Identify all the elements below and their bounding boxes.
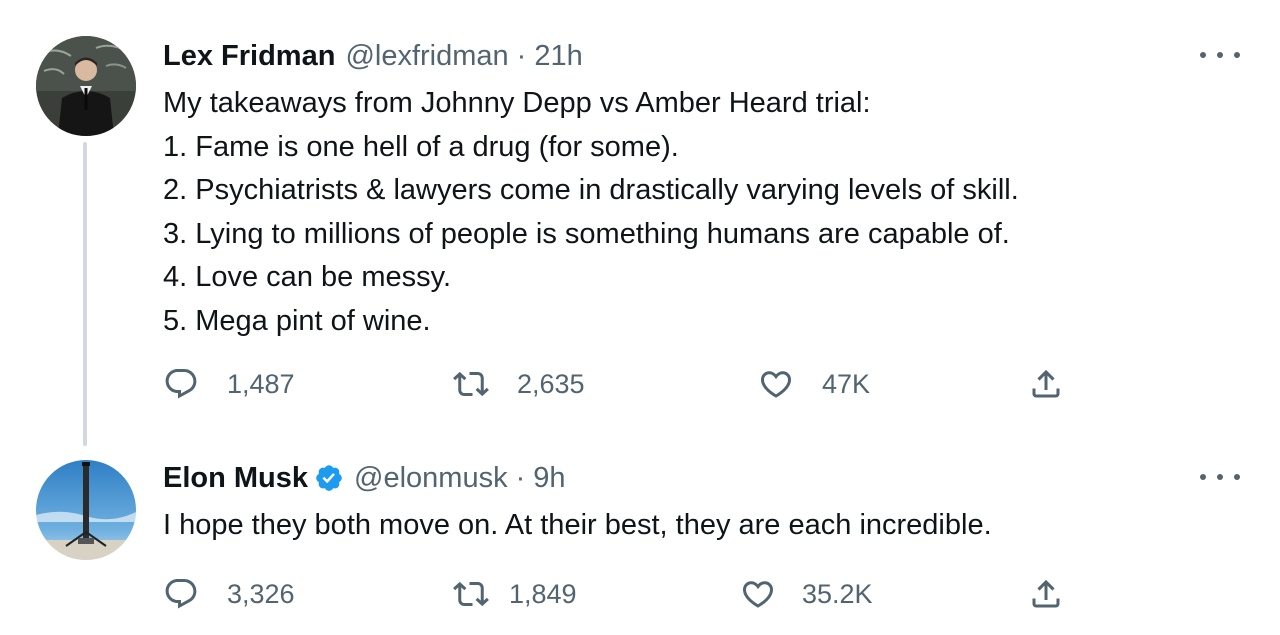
retweet-button[interactable]: 1,849 xyxy=(453,574,577,614)
separator-dot: · xyxy=(515,462,526,494)
reply-button[interactable]: 3,326 xyxy=(163,574,295,614)
display-name[interactable]: Lex Fridman xyxy=(163,38,335,74)
like-count: 35.2K xyxy=(802,578,873,609)
more-icon xyxy=(1200,474,1206,480)
reply-count: 1,487 xyxy=(227,368,295,399)
share-button[interactable] xyxy=(1028,364,1064,404)
share-icon xyxy=(1032,579,1060,608)
tweet-text-line: 2. Psychiatrists & lawyers come in drast… xyxy=(163,174,1019,206)
like-button[interactable]: 35.2K xyxy=(740,574,873,614)
tweet-lex-fridman[interactable]: Lex Fridman @lexfridman · 21h My takeawa… xyxy=(0,0,1280,446)
retweet-icon xyxy=(453,371,489,397)
share-icon xyxy=(1032,369,1060,398)
user-handle[interactable]: @elonmusk xyxy=(354,460,508,496)
timestamp[interactable]: 21h xyxy=(534,38,582,74)
more-icon-dot xyxy=(1217,474,1223,480)
heart-icon xyxy=(760,371,792,398)
timestamp[interactable]: 9h xyxy=(533,460,565,496)
more-icon-dot xyxy=(1217,52,1223,58)
avatar-image xyxy=(36,36,136,136)
display-name[interactable]: Elon Musk xyxy=(163,460,308,496)
more-options-button[interactable] xyxy=(1200,467,1240,487)
like-button[interactable]: 47K xyxy=(758,364,870,404)
share-button[interactable] xyxy=(1028,574,1064,614)
heart-icon xyxy=(742,581,774,608)
tweet-text-line: 5. Mega pint of wine. xyxy=(163,304,431,337)
more-options-button[interactable] xyxy=(1200,45,1240,65)
tweet-text-line: 3. Lying to millions of people is someth… xyxy=(163,217,1010,250)
retweet-count: 1,849 xyxy=(509,578,577,609)
reply-icon xyxy=(165,369,197,399)
avatar-image xyxy=(36,460,136,560)
tweet-text: I hope they both move on. At their best,… xyxy=(163,504,992,548)
reply-count: 3,326 xyxy=(227,578,295,609)
tweet-actions: 3,326 1,849 35.2K xyxy=(163,574,1083,614)
retweet-count: 2,635 xyxy=(517,368,585,399)
retweet-icon xyxy=(453,581,489,607)
tweet-text-line: I hope they both move on. At their best,… xyxy=(163,509,992,541)
user-handle[interactable]: @lexfridman xyxy=(345,38,508,74)
like-count: 47K xyxy=(822,368,871,399)
reply-icon xyxy=(165,579,197,609)
tweet-text-line: 4. Love can be messy. xyxy=(163,261,452,293)
more-icon xyxy=(1200,52,1206,58)
separator-dot: · xyxy=(516,40,527,72)
avatar[interactable] xyxy=(36,36,136,136)
retweet-button[interactable]: 2,635 xyxy=(453,364,585,404)
tweet-text-line: 1. Fame is one hell of a drug (for some)… xyxy=(163,130,679,163)
tweet-actions: 1,487 2,635 47K xyxy=(163,364,1083,404)
verified-badge-icon xyxy=(316,465,342,491)
tweet-header: Elon Musk @elonmusk · 9h xyxy=(163,460,566,496)
tweet-text: My takeaways from Johnny Depp vs Amber H… xyxy=(163,82,1019,343)
more-icon-dot xyxy=(1234,474,1240,480)
more-icon-dot xyxy=(1234,52,1240,58)
tweet-elon-musk[interactable]: Elon Musk @elonmusk · 9h I hope they bot… xyxy=(0,440,1280,635)
tweet-text-line: My takeaways from Johnny Depp vs Amber H… xyxy=(163,87,871,119)
avatar[interactable] xyxy=(36,460,136,560)
thread-line xyxy=(83,142,87,446)
tweet-header: Lex Fridman @lexfridman · 21h xyxy=(163,38,583,74)
reply-button[interactable]: 1,487 xyxy=(163,364,295,404)
